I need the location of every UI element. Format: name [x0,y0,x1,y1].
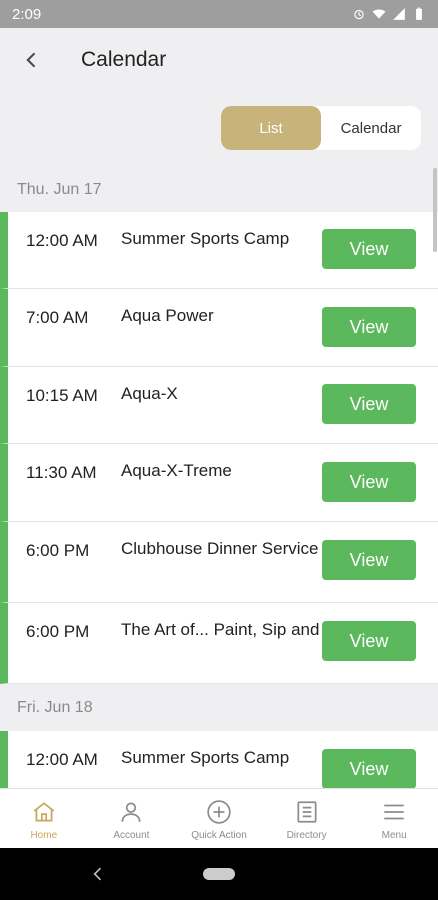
wifi-icon [372,9,386,19]
event-list[interactable]: Thu. Jun 17 12:00 AM Summer Sports Camp … [0,168,438,788]
scrollbar[interactable] [433,168,437,252]
nav-home[interactable]: Home [0,789,88,848]
event-time: 6:00 PM [26,541,90,560]
system-nav-bar [0,848,438,900]
nav-label: Account [113,830,150,841]
event-time: 6:00 PM [26,622,90,641]
date-header: Fri. Jun 18 [0,684,438,731]
status-icons [352,7,426,21]
alarm-icon [354,9,364,20]
menu-icon [384,804,404,820]
back-button[interactable] [0,28,64,92]
status-bar: 2:09 [0,0,438,28]
event-row: 12:00 AM Summer Sports Camp View [0,731,438,788]
chevron-left-icon [26,52,36,68]
event-time: 11:30 AM [26,463,97,482]
page-title: Calendar [81,48,167,71]
signal-icon [393,8,405,20]
account-icon [121,802,141,822]
event-row: 10:15 AM Aqua-X View [0,367,438,444]
nav-label: Home [30,830,58,841]
view-button[interactable]: View [322,621,416,661]
nav-account[interactable]: Account [88,789,176,848]
event-row: 6:00 PM Clubhouse Dinner Service View [0,522,438,603]
event-row: 7:00 AM Aqua Power View [0,289,438,367]
event-time: 12:00 AM [26,750,98,769]
event-time: 7:00 AM [26,308,89,327]
nav-label: Quick Action [191,830,247,841]
bottom-nav: Home Account Quick Action Directory Menu [0,788,438,848]
directory-icon [297,801,317,823]
view-button[interactable]: View [322,307,416,347]
view-toggle: List Calendar [221,106,421,150]
view-button[interactable]: View [322,229,416,269]
nav-menu[interactable]: Menu [350,789,438,848]
view-button[interactable]: View [322,462,416,502]
home-icon [33,802,55,822]
status-time: 2:09 [12,5,42,23]
date-header: Thu. Jun 17 [0,168,438,212]
toggle-list[interactable]: List [221,106,321,150]
plus-circle-icon [207,800,231,824]
nav-label: Directory [286,830,327,841]
event-time: 10:15 AM [26,386,98,405]
view-button[interactable]: View [322,540,416,580]
app-header: Calendar [0,28,438,92]
battery-icon [416,7,422,20]
event-row: 6:00 PM The Art of... Paint, Sip and Swi… [0,603,438,684]
event-row: 11:30 AM Aqua-X-Treme View [0,444,438,522]
event-row: 12:00 AM Summer Sports Camp View [0,212,438,289]
view-button[interactable]: View [322,384,416,424]
view-button[interactable]: View [322,749,416,788]
nav-quick-action[interactable]: Quick Action [175,789,263,848]
toggle-calendar[interactable]: Calendar [321,106,421,150]
system-home-pill[interactable] [203,868,235,880]
nav-label: Menu [381,830,407,841]
system-back-button[interactable] [88,864,108,884]
chevron-left-icon [93,867,102,881]
event-time: 12:00 AM [26,231,98,250]
nav-directory[interactable]: Directory [263,789,351,848]
